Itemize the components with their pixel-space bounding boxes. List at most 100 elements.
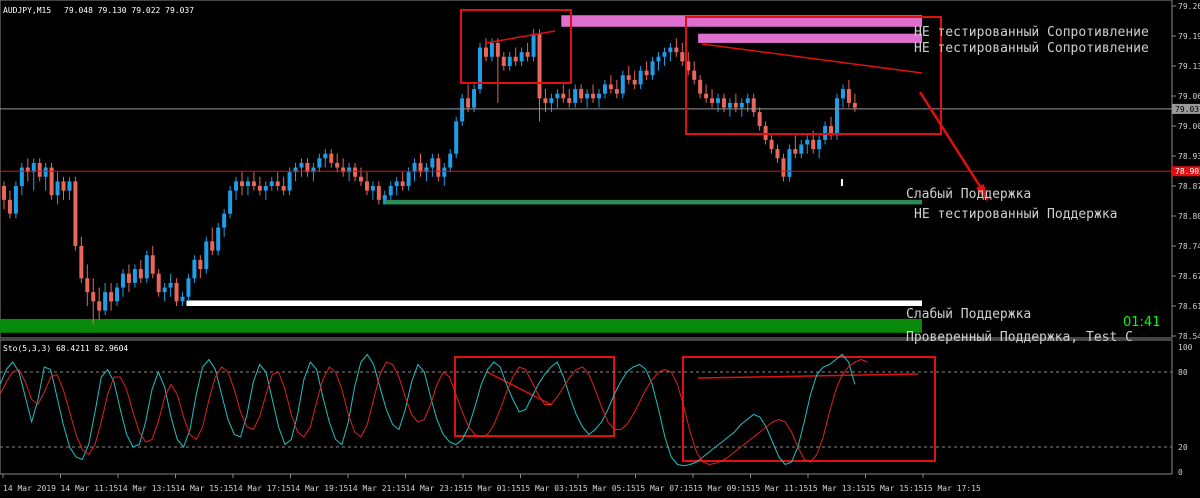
candle-body xyxy=(430,158,435,168)
time-tick-label: 15 Mar 11:15 xyxy=(751,484,809,493)
time-tick-label: 14 Mar 17:15 xyxy=(233,484,291,493)
candle-body xyxy=(626,75,631,80)
chart-header-ohlc: 79.048 79.130 79.022 79.037 xyxy=(64,6,194,15)
time-tick-label: 14 Mar 19:15 xyxy=(291,484,349,493)
candle-body xyxy=(335,162,340,168)
candle-body xyxy=(501,56,506,66)
candle-body xyxy=(275,181,280,186)
stoch-panel-frame xyxy=(0,339,1173,475)
trendline-stoch-2[interactable] xyxy=(697,373,919,379)
candle-body xyxy=(727,102,732,108)
candle-body xyxy=(745,98,750,103)
candle-body xyxy=(144,255,149,279)
candle-body xyxy=(245,181,250,186)
candle-body xyxy=(644,70,649,76)
time-tick-label: 14 Mar 21:15 xyxy=(348,484,406,493)
arrow-line[interactable] xyxy=(918,91,990,200)
candle-body xyxy=(353,167,358,177)
time-tick-label: 15 Mar 09:15 xyxy=(693,484,751,493)
candle-body xyxy=(525,52,530,57)
candle-body xyxy=(597,93,601,99)
candle-body xyxy=(442,167,447,177)
zone-label-res2: НЕ тестированный Сопротивление xyxy=(914,41,1149,56)
candle-body xyxy=(692,70,697,80)
candle-body xyxy=(519,52,524,62)
trendline-peak-2[interactable] xyxy=(701,43,923,74)
candle-body xyxy=(109,292,114,302)
time-tick-label: 14 Mar 2019 xyxy=(3,484,56,493)
candle-body xyxy=(656,56,661,62)
zone-sup-untested xyxy=(382,199,922,205)
candle-body xyxy=(228,190,233,214)
candle-body xyxy=(150,255,155,274)
candle-body xyxy=(156,273,161,293)
candle-body xyxy=(531,33,536,57)
candle-body xyxy=(620,75,625,94)
price-tick-label: 79.195 xyxy=(1178,32,1200,41)
candle-body xyxy=(7,199,12,214)
price-tick-label: 79.130 xyxy=(1178,62,1200,71)
price-tick-label: 78.545 xyxy=(1178,332,1200,341)
candle-body xyxy=(567,98,572,103)
candle-body xyxy=(359,176,363,182)
frame-top-left[interactable] xyxy=(460,9,572,84)
candle-body xyxy=(400,181,405,186)
candle-body xyxy=(97,301,102,311)
zone-label-sup-weak-lower: Слабый Поддержка xyxy=(906,307,1031,322)
price-tick-label: 79.065 xyxy=(1178,92,1200,101)
candle-body xyxy=(168,282,173,288)
candle-body xyxy=(67,181,72,191)
time-tick-label: 15 Mar 17:15 xyxy=(923,484,981,493)
stoch-level-label: 20 xyxy=(1178,443,1188,452)
candle-body xyxy=(115,287,120,302)
candle-body xyxy=(543,98,548,103)
candle-body xyxy=(787,149,792,177)
candle-body xyxy=(840,89,845,99)
candle-body xyxy=(174,282,179,302)
candle-body xyxy=(668,47,673,53)
candle-body xyxy=(460,98,465,122)
stoch-level-label: 100 xyxy=(1178,343,1193,352)
candle-body xyxy=(775,149,780,159)
time-tick-label: 14 Mar 15:15 xyxy=(176,484,234,493)
candle-body xyxy=(852,102,857,108)
candle-body xyxy=(674,47,679,53)
candle-body xyxy=(204,241,209,270)
candle-body xyxy=(180,296,185,302)
candle-body xyxy=(132,269,137,283)
candle-body xyxy=(835,98,839,136)
candle-body xyxy=(263,186,268,191)
time-tick-label: 14 Mar 11:15 xyxy=(61,484,119,493)
candle-body xyxy=(763,126,768,140)
candle-body xyxy=(483,47,488,57)
zone-sup-weak-upper xyxy=(840,179,843,186)
time-tick-label: 14 Mar 23:15 xyxy=(406,484,464,493)
price-tick-label: 78.740 xyxy=(1178,242,1200,251)
candle-body xyxy=(448,153,453,168)
candle-body xyxy=(549,98,554,103)
candle-body xyxy=(751,98,756,113)
frame-stoch-right[interactable] xyxy=(682,356,936,462)
candle-body xyxy=(614,89,619,94)
candle-body xyxy=(376,186,381,200)
candle-body xyxy=(817,139,822,150)
candle-body xyxy=(846,89,851,103)
stochastic-group xyxy=(0,353,1172,467)
candle-body xyxy=(299,162,304,168)
candle-body xyxy=(388,186,393,196)
candle-body xyxy=(222,213,227,228)
zone-sup-weak-lower xyxy=(186,300,922,306)
candle-body xyxy=(85,278,90,293)
candle-body xyxy=(513,56,518,62)
candle-body xyxy=(793,149,798,154)
candle-body xyxy=(138,269,143,279)
trendline-peak-1[interactable] xyxy=(485,30,556,44)
candle-body xyxy=(394,181,399,186)
time-tick-label: 14 Mar 13:15 xyxy=(118,484,176,493)
time-tick-label: 15 Mar 13:15 xyxy=(808,484,866,493)
price-tick-label: 78.610 xyxy=(1178,302,1200,311)
candles-group xyxy=(2,29,857,325)
candle-body xyxy=(251,181,256,186)
candle-body xyxy=(454,121,459,154)
zone-sup-proven xyxy=(0,318,922,333)
